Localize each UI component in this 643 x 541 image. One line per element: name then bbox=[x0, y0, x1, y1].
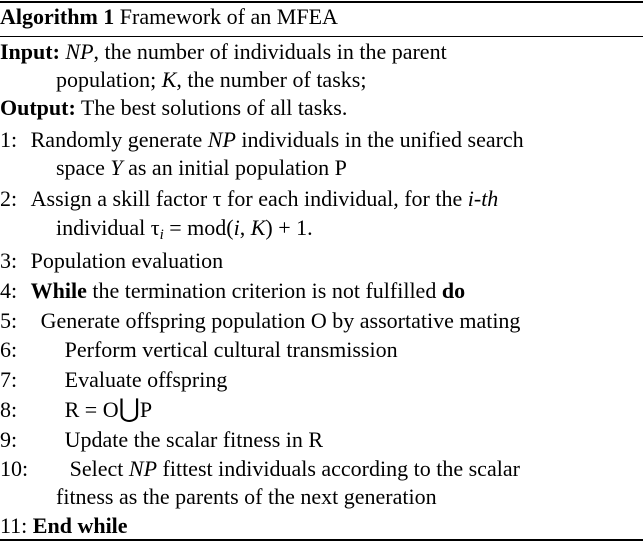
step-5-line: 5: Generate offspring population O by as… bbox=[0, 307, 520, 335]
step-2-number: 2: bbox=[0, 186, 18, 211]
step-7-number: 7: bbox=[0, 367, 18, 392]
output-line: Output: The best solutions of all tasks. bbox=[0, 94, 347, 122]
step-6-line: 6: Perform vertical cultural transmissio… bbox=[0, 336, 398, 364]
step-8-text-a: R = O bbox=[64, 397, 119, 422]
step-2-text-d: ) + 1. bbox=[265, 215, 313, 240]
caption-text: Framework of an MFEA bbox=[119, 4, 338, 29]
step-10-number: 10: bbox=[0, 456, 29, 481]
step-10-np: NP bbox=[128, 456, 158, 481]
step-2-text-c: = mod( bbox=[163, 215, 234, 240]
step-6-number: 6: bbox=[0, 337, 18, 362]
algorithm-caption: Algorithm 1 Framework of an MFEA bbox=[0, 3, 338, 31]
step-9-text: Update the scalar fitness in R bbox=[64, 427, 324, 452]
step-1-text-d: as an initial population P bbox=[122, 155, 347, 180]
step-2-line-2: individual τi = mod(i, K) + 1. bbox=[56, 214, 313, 243]
step-8-line: 8: R = O⋃P bbox=[0, 396, 152, 424]
step-1-line-1: 1: Randomly generate NP individuals in t… bbox=[0, 126, 524, 154]
step-11-number: 11: bbox=[0, 513, 28, 538]
input-line-1: Input: NP, the number of individuals in … bbox=[0, 38, 447, 66]
input-label: Input: bbox=[0, 39, 60, 64]
step-5-number: 5: bbox=[0, 308, 18, 333]
step-1-text-a: Randomly generate bbox=[30, 127, 208, 152]
caption-label: Algorithm 1 bbox=[0, 4, 115, 29]
step-1-line-2: space Y as an initial population P bbox=[56, 154, 347, 182]
output-text: The best solutions of all tasks. bbox=[80, 95, 348, 120]
step-2-comma: , bbox=[239, 215, 251, 240]
caption-rule bbox=[0, 36, 643, 37]
step-6-text: Perform vertical cultural transmission bbox=[64, 337, 398, 362]
step-5-text: Generate offspring population O by assor… bbox=[40, 308, 521, 333]
step-9-line: 9: Update the scalar fitness in R bbox=[0, 426, 323, 454]
algorithm-block: Algorithm 1 Framework of an MFEA Input: … bbox=[0, 0, 643, 541]
step-1-np: NP bbox=[207, 127, 236, 152]
input-text-1: , the number of individuals in the paren… bbox=[93, 39, 447, 64]
input-np: NP bbox=[65, 39, 94, 64]
step-2-line-1: 2: Assign a skill factor τ for each indi… bbox=[0, 185, 498, 213]
step-2-k: K bbox=[250, 215, 266, 240]
step-11-end-while: End while bbox=[32, 513, 128, 538]
step-10-line-2: fitness as the parents of the next gener… bbox=[56, 483, 437, 511]
step-4-text: the termination criterion is not fulfill… bbox=[86, 278, 442, 303]
output-label: Output: bbox=[0, 95, 76, 120]
step-7-line: 7: Evaluate offspring bbox=[0, 366, 227, 394]
step-3-text: Population evaluation bbox=[30, 248, 224, 273]
step-2-text-b: individual τ bbox=[56, 215, 160, 240]
step-8-text-b: P bbox=[139, 397, 153, 422]
step-10-text-c: fitness as the parents of the next gener… bbox=[56, 484, 437, 509]
step-10-line-1: 10: Select NP fittest individuals accord… bbox=[0, 455, 520, 483]
union-symbol: ⋃ bbox=[118, 394, 140, 423]
step-4-do-keyword: do bbox=[441, 278, 466, 303]
step-2-text-a: Assign a skill factor τ for each individ… bbox=[30, 186, 468, 211]
step-1-text-c: space bbox=[56, 155, 111, 180]
input-k: K bbox=[161, 67, 177, 92]
step-4-line: 4: While the termination criterion is no… bbox=[0, 277, 465, 305]
step-3-number: 3: bbox=[0, 248, 18, 273]
step-8-number: 8: bbox=[0, 397, 18, 422]
step-10-text-b: fittest individuals according to the sca… bbox=[157, 456, 520, 481]
step-3-line: 3: Population evaluation bbox=[0, 247, 223, 275]
step-1-y: Y bbox=[110, 155, 123, 180]
step-4-while-keyword: While bbox=[30, 278, 87, 303]
input-line-2: population; K, the number of tasks; bbox=[56, 66, 366, 94]
step-7-text: Evaluate offspring bbox=[64, 367, 228, 392]
step-4-number: 4: bbox=[0, 278, 18, 303]
step-11-line: 11: End while bbox=[0, 512, 128, 540]
step-9-number: 9: bbox=[0, 427, 18, 452]
step-1-number: 1: bbox=[0, 127, 18, 152]
input-text-2: population; bbox=[56, 67, 162, 92]
step-2-ith: i-th bbox=[467, 186, 499, 211]
step-10-text-a: Select bbox=[69, 456, 129, 481]
step-1-text-b: individuals in the unified search bbox=[235, 127, 524, 152]
input-text-3: , the number of tasks; bbox=[176, 67, 367, 92]
